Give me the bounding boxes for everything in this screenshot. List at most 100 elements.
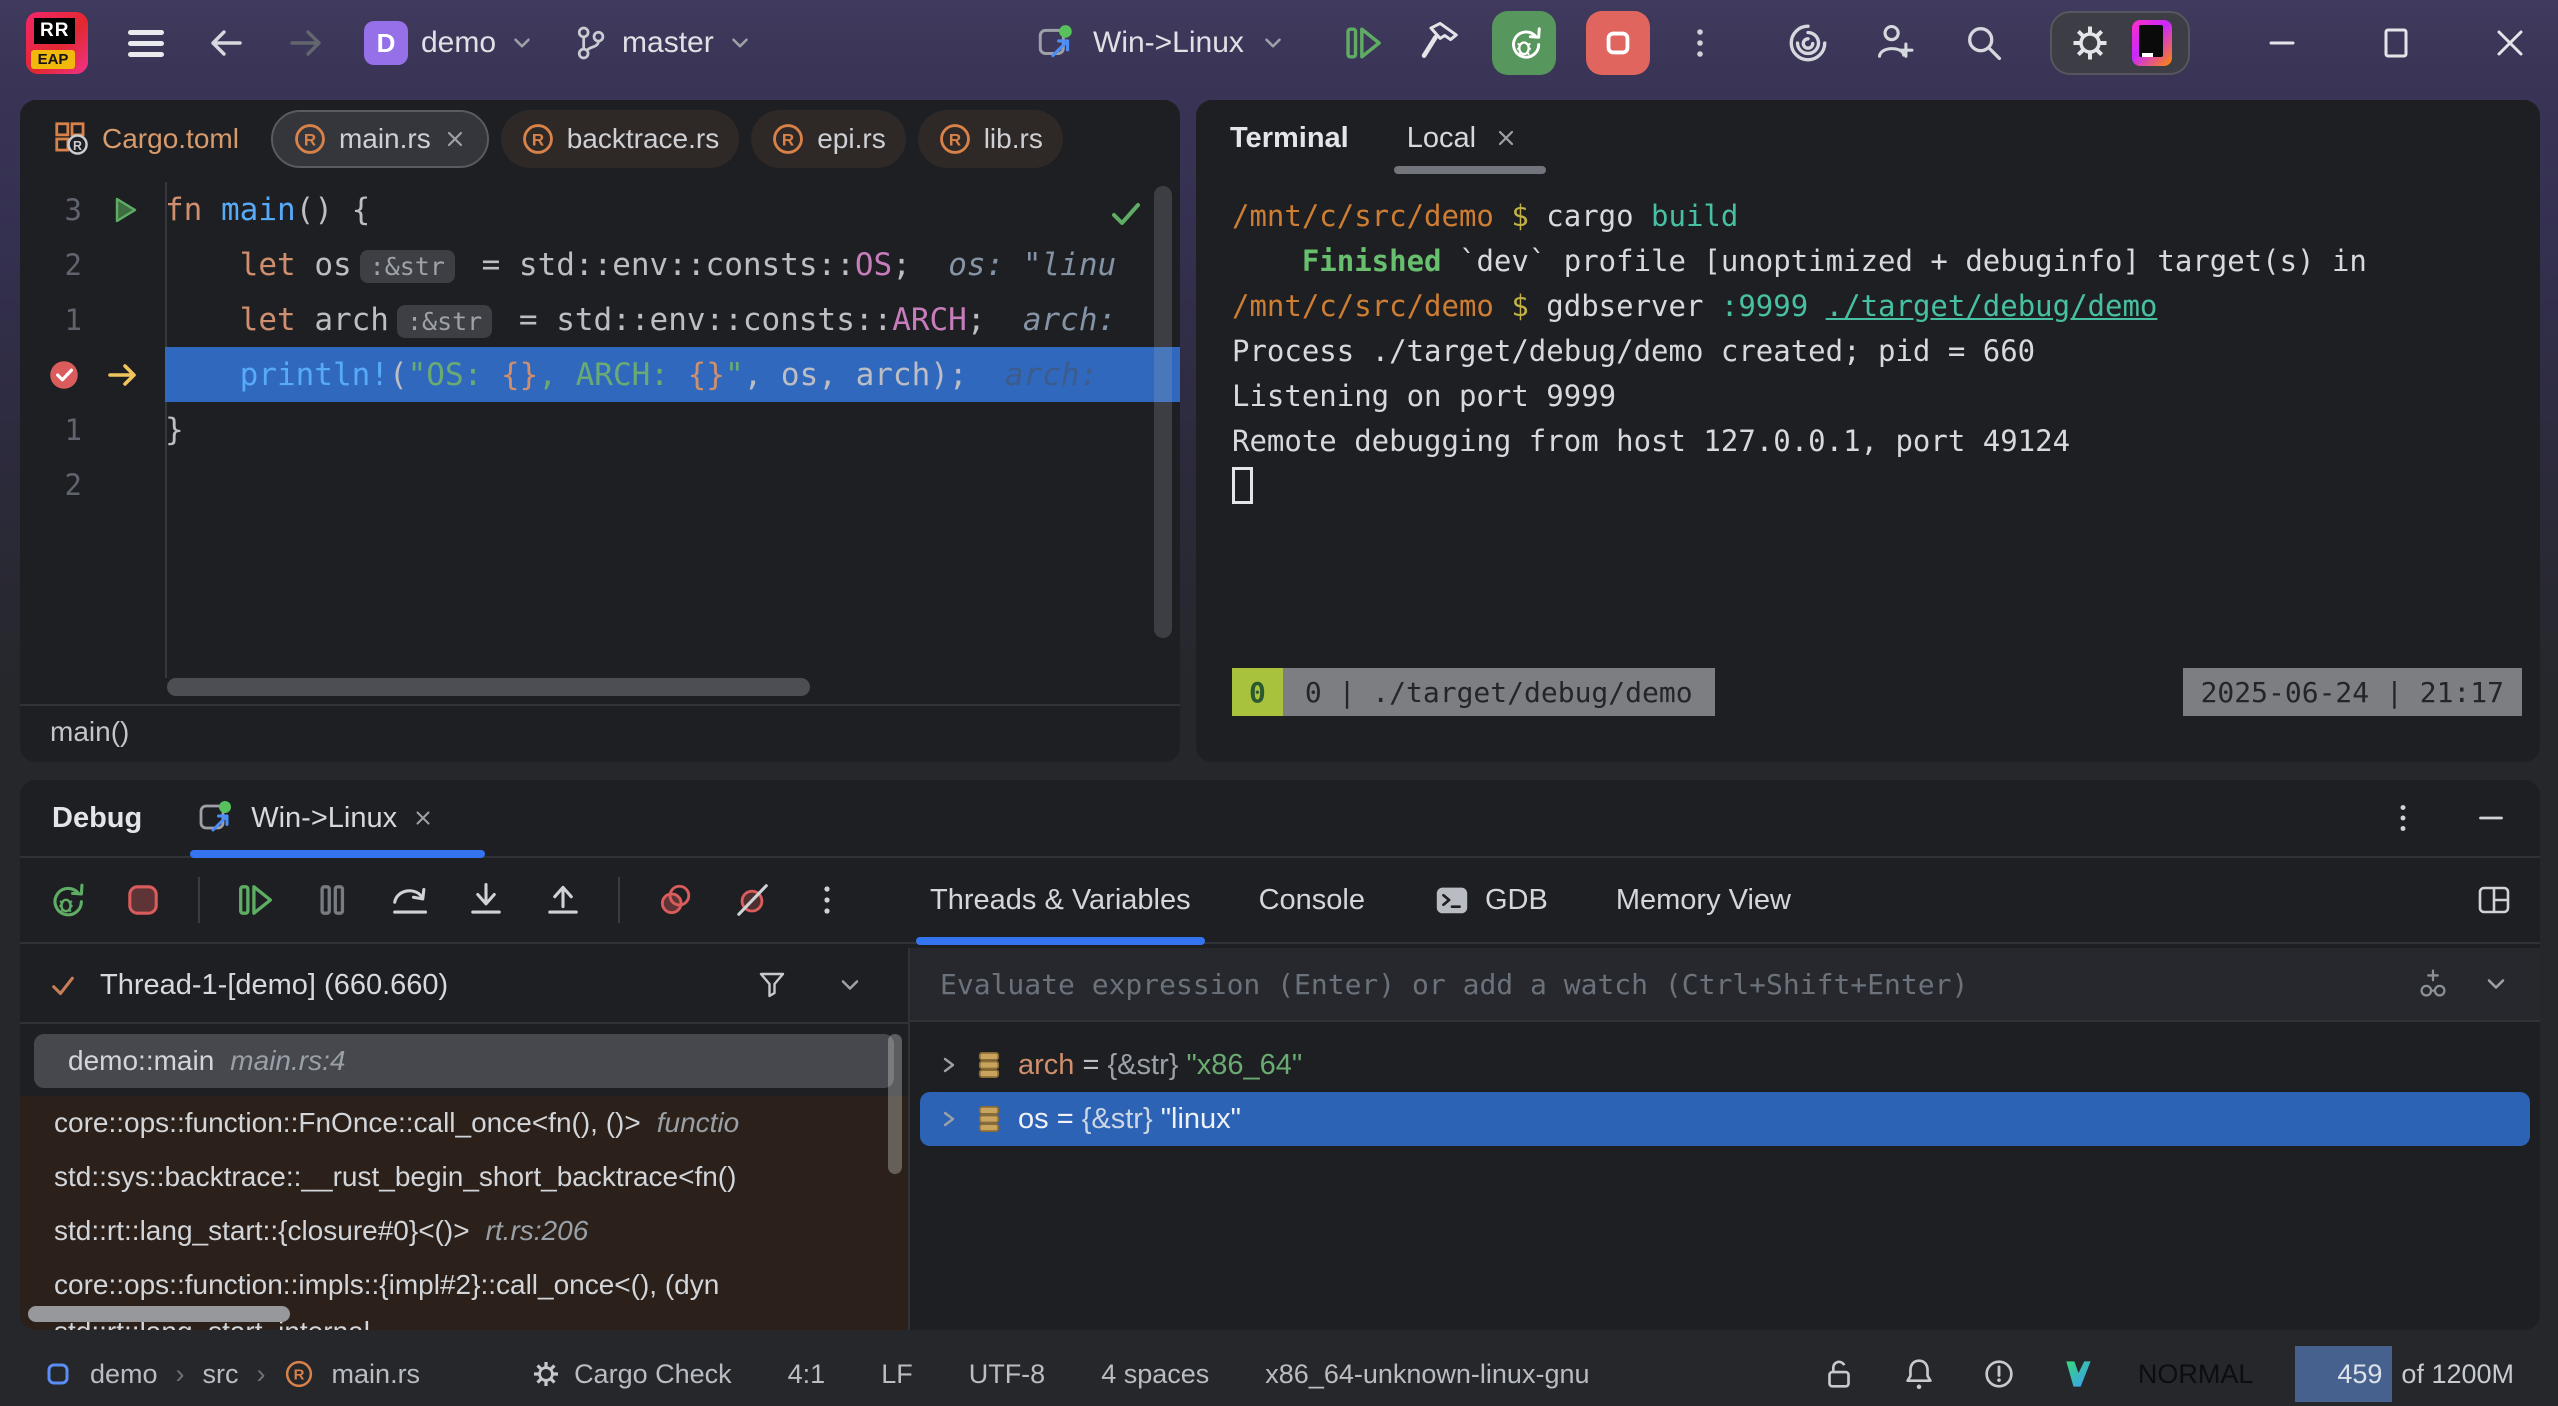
memory-indicator[interactable]: 459 of 1200M bbox=[2295, 1346, 2514, 1402]
terminal-output[interactable]: /mnt/c/src/demo $ cargo build Finished `… bbox=[1232, 194, 2522, 644]
debug-tab-gdb[interactable]: GDB bbox=[1429, 857, 1552, 943]
resume-program-icon[interactable] bbox=[1340, 20, 1386, 66]
status-widget-lf[interactable]: LF bbox=[881, 1359, 913, 1390]
view-breakpoints-icon[interactable] bbox=[653, 878, 697, 922]
code-area[interactable]: 3fn main() {2 let os:&str = std::env::co… bbox=[20, 182, 1180, 512]
editor-horizontal-scrollbar[interactable] bbox=[167, 678, 810, 696]
hamburger-menu-icon[interactable] bbox=[124, 21, 168, 65]
editor-tab-epi.rs[interactable]: Repi.rs bbox=[751, 110, 905, 168]
more-actions-kebab-icon[interactable] bbox=[1680, 23, 1720, 63]
stack-frame[interactable]: demo::mainmain.rs:4 bbox=[34, 1034, 894, 1088]
rerun-debug-button[interactable] bbox=[1492, 11, 1556, 75]
terminal-line bbox=[1232, 464, 2522, 509]
status-widget-4-1[interactable]: 4:1 bbox=[788, 1359, 826, 1390]
terminal-cursor bbox=[1232, 467, 1253, 504]
stop-icon[interactable] bbox=[121, 878, 165, 922]
expand-chevron-icon[interactable] bbox=[936, 1107, 960, 1131]
crumb-dir[interactable]: src bbox=[203, 1359, 239, 1390]
close-icon[interactable] bbox=[412, 807, 434, 829]
ai-assistant-icon[interactable] bbox=[1786, 21, 1830, 65]
debug-tab-memory-view[interactable]: Memory View bbox=[1612, 857, 1795, 943]
stop-button[interactable] bbox=[1586, 11, 1650, 75]
debug-session-tab[interactable]: Win->Linux bbox=[196, 798, 434, 838]
chevron-down-icon[interactable] bbox=[2482, 970, 2510, 998]
editor-tab-Cargo.toml[interactable]: RCargo.toml bbox=[34, 110, 259, 168]
gutter-icon-cell[interactable] bbox=[82, 193, 165, 227]
editor-tab-lib.rs[interactable]: Rlib.rs bbox=[918, 110, 1063, 168]
crumb-file[interactable]: main.rs bbox=[332, 1359, 421, 1390]
thread-selector[interactable]: Thread-1-[demo] (660.660) bbox=[20, 948, 908, 1024]
status-widget-x86-64-unknown-linux-gnu[interactable]: x86_64-unknown-linux-gnu bbox=[1265, 1359, 1589, 1390]
search-everywhere-icon[interactable] bbox=[1962, 21, 2006, 65]
step-into-icon[interactable] bbox=[464, 878, 508, 922]
settings-group[interactable] bbox=[2050, 11, 2190, 75]
run-configuration-selector[interactable]: Win->Linux bbox=[1035, 0, 1286, 86]
vim-mode-indicator[interactable]: NORMAL bbox=[2138, 1359, 2254, 1390]
step-over-icon[interactable] bbox=[387, 878, 431, 922]
code-text: fn main() { bbox=[165, 192, 1180, 228]
pause-icon[interactable] bbox=[310, 878, 354, 922]
toolbar-more-kebab-icon[interactable] bbox=[807, 880, 847, 920]
chevron-down-icon[interactable] bbox=[836, 971, 864, 999]
editor-breadcrumb[interactable]: main() bbox=[50, 716, 129, 748]
resume-icon[interactable] bbox=[233, 878, 277, 922]
frame-function: core::ops::function::FnOnce::call_once<f… bbox=[54, 1107, 641, 1139]
status-widget-cargo-check[interactable]: Cargo Check bbox=[530, 1358, 732, 1390]
close-icon[interactable] bbox=[1494, 126, 1518, 150]
stack-frame[interactable]: std::rt::lang_start::{closure#0}<()>rt.r… bbox=[20, 1204, 908, 1258]
chevron-right-icon: › bbox=[176, 1359, 185, 1390]
hide-panel-icon[interactable] bbox=[2472, 799, 2510, 837]
step-out-icon[interactable] bbox=[541, 878, 585, 922]
build-hammer-icon[interactable] bbox=[1416, 20, 1462, 66]
lock-icon[interactable] bbox=[1820, 1355, 1858, 1393]
branch-selector[interactable]: master bbox=[571, 24, 753, 62]
status-widget-utf-8[interactable]: UTF-8 bbox=[969, 1359, 1046, 1390]
notifications-bell-icon[interactable] bbox=[1900, 1355, 1938, 1393]
status-widget-4-spaces[interactable]: 4 spaces bbox=[1101, 1359, 1209, 1390]
debug-tab-console[interactable]: Console bbox=[1255, 857, 1369, 943]
back-arrow-icon[interactable] bbox=[204, 21, 248, 65]
gutter-icon-cell[interactable] bbox=[82, 358, 165, 392]
project-selector[interactable]: D demo bbox=[364, 21, 535, 65]
editor-tab-backtrace.rs[interactable]: Rbacktrace.rs bbox=[501, 110, 740, 168]
rust-file-icon: R bbox=[293, 122, 327, 156]
frames-vertical-scrollbar[interactable] bbox=[888, 1034, 902, 1174]
status-breadcrumbs[interactable]: demo › src › R main.rs bbox=[44, 1359, 420, 1390]
status-widgets: Cargo Check 4:1 LF UTF-8 4 spaces x86_64-unkn… bbox=[530, 1358, 1589, 1390]
debug-tab-threads-variables[interactable]: Threads & Variables bbox=[926, 857, 1195, 943]
debug-options-kebab-icon[interactable] bbox=[2384, 799, 2422, 837]
rerun-debug-icon[interactable] bbox=[44, 878, 88, 922]
frames-horizontal-scrollbar[interactable] bbox=[28, 1306, 290, 1322]
forward-arrow-icon[interactable] bbox=[284, 21, 328, 65]
stack-frame[interactable]: core::ops::function::impls::{impl#2}::ca… bbox=[20, 1258, 908, 1312]
variable-row-os[interactable]: os = {&str} "linux" bbox=[920, 1092, 2530, 1146]
crumb-project[interactable]: demo bbox=[90, 1359, 158, 1390]
variable-row-arch[interactable]: arch = {&str} "x86_64" bbox=[920, 1038, 2530, 1092]
run-line-icon bbox=[107, 193, 141, 227]
problems-warning-icon[interactable] bbox=[1980, 1355, 2018, 1393]
close-window-icon[interactable] bbox=[2488, 21, 2532, 65]
minimize-window-icon[interactable] bbox=[2260, 21, 2304, 65]
cargo-file-icon: R bbox=[54, 121, 90, 157]
evaluate-placeholder: Evaluate expression (Enter) or add a wat… bbox=[940, 968, 1968, 1001]
stack-frame[interactable]: core::ops::function::FnOnce::call_once<f… bbox=[20, 1096, 908, 1150]
mute-breakpoints-icon[interactable] bbox=[730, 878, 774, 922]
frame-location: rt.rs:206 bbox=[486, 1215, 589, 1247]
layout-settings-icon[interactable] bbox=[2474, 880, 2514, 920]
evaluate-expression-field[interactable]: Evaluate expression (Enter) or add a wat… bbox=[910, 948, 2540, 1022]
debug-panel: Debug Win->Linux Threads & VariablesCons… bbox=[20, 780, 2540, 1330]
add-watch-icon[interactable] bbox=[2414, 965, 2452, 1003]
stack-frame[interactable]: std::sys::backtrace::__rust_begin_short_… bbox=[20, 1150, 908, 1204]
maximize-window-icon[interactable] bbox=[2374, 21, 2418, 65]
terminal-tab-local[interactable]: Local bbox=[1407, 122, 1518, 155]
code-with-me-add-user-icon[interactable] bbox=[1874, 21, 1918, 65]
close-icon[interactable] bbox=[443, 127, 467, 151]
status-widget-label: 4 spaces bbox=[1101, 1359, 1209, 1390]
editor-vertical-scrollbar[interactable] bbox=[1154, 186, 1172, 638]
ideavim-logo-icon[interactable] bbox=[2060, 1356, 2096, 1392]
inspections-ok-icon[interactable] bbox=[1106, 194, 1146, 234]
editor-tab-main.rs[interactable]: Rmain.rs bbox=[271, 110, 489, 168]
terminal-tab-label: Local bbox=[1407, 122, 1476, 155]
expand-chevron-icon[interactable] bbox=[936, 1053, 960, 1077]
filter-funnel-icon[interactable] bbox=[754, 967, 790, 1003]
